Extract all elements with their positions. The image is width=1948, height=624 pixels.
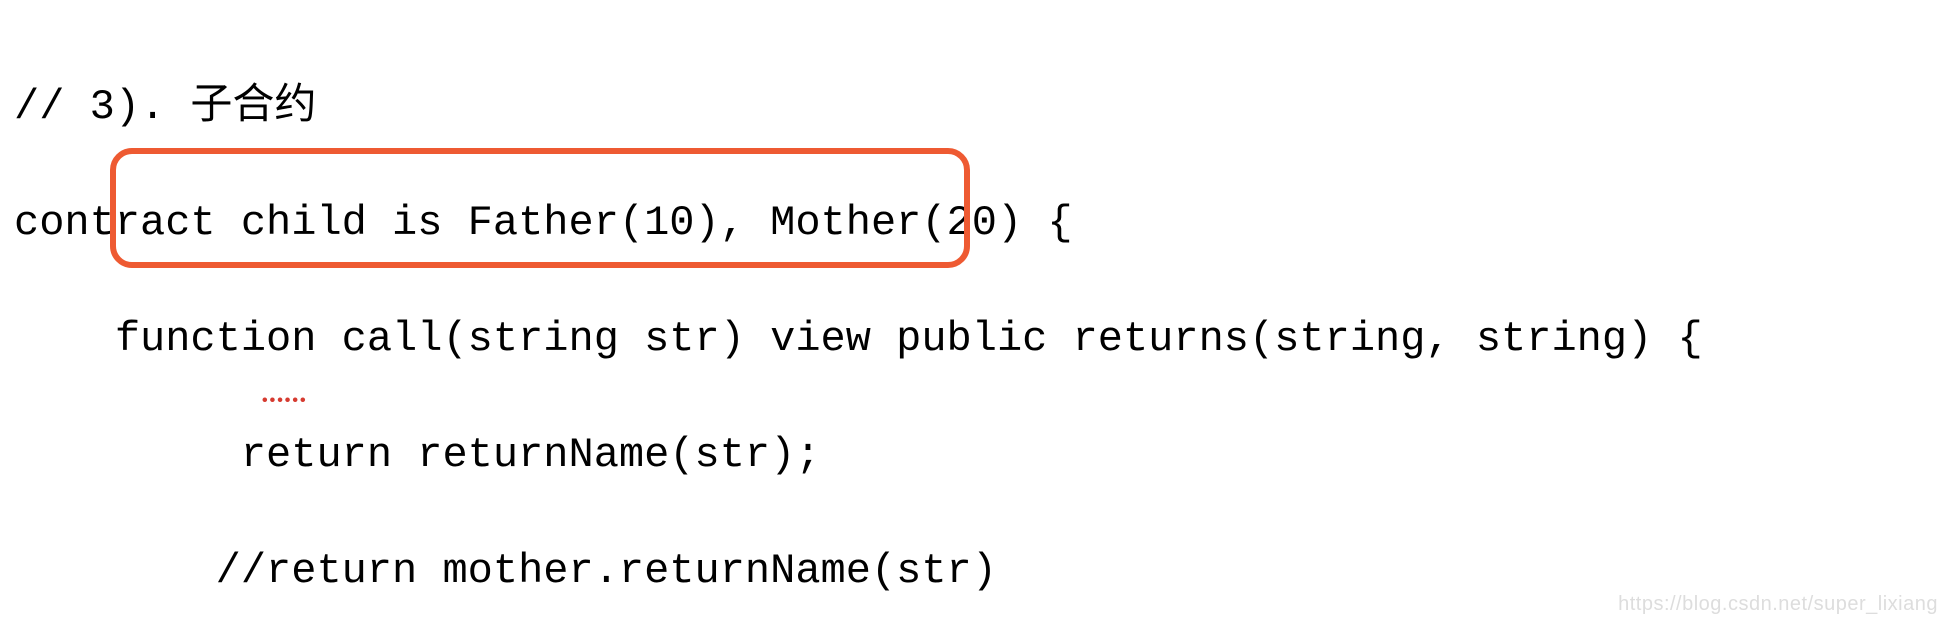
code-line-5: //return mother.returnName(str) <box>14 542 1948 600</box>
watermark-text: https://blog.csdn.net/super_lixiang <box>1618 593 1938 616</box>
code-block: // 3). 子合约 contract child is Father(10),… <box>0 0 1948 624</box>
code-line-1: // 3). 子合约 <box>14 78 1948 136</box>
code-line-3: function call(string str) view public re… <box>14 310 1948 368</box>
code-line-2: contract child is Father(10), Mother(20)… <box>14 194 1948 252</box>
spellcheck-squiggle: •••••• <box>260 372 306 430</box>
code-line-4: return returnName(str); <box>14 426 1948 484</box>
